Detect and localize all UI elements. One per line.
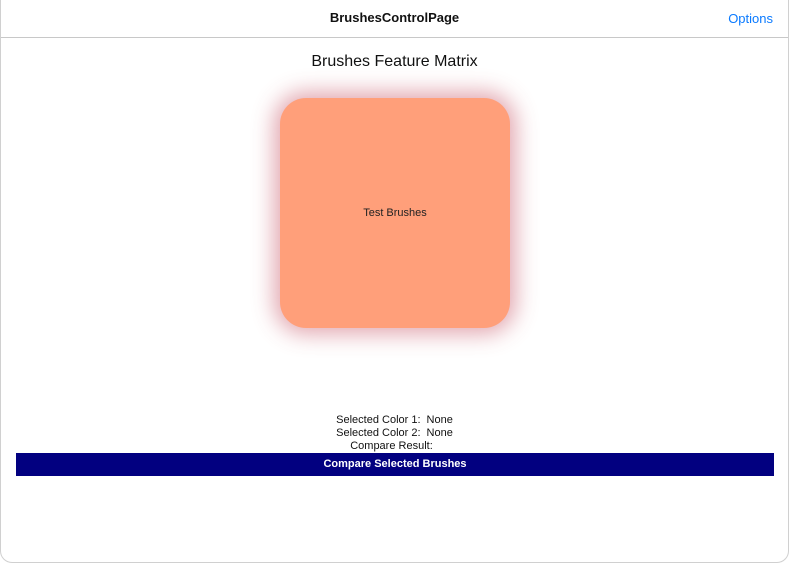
nav-title: BrushesControlPage [329,10,460,25]
selected-color-1-value: None [426,414,453,426]
app-window: BrushesControlPage Options Brushes Featu… [0,0,789,563]
compare-selected-brushes-button[interactable]: Compare Selected Brushes [16,453,774,476]
navigation-bar: BrushesControlPage Options [1,0,788,38]
selected-color-1-label: Selected Color 1: [336,414,421,426]
selected-color-2-row: Selected Color 2: None [1,427,788,440]
compare-result-label: Compare Result: [350,440,433,452]
page-title: Brushes Feature Matrix [311,53,478,70]
selected-color-2-value: None [426,427,453,439]
test-brushes-label: Test Brushes [363,207,427,219]
selected-color-1-row: Selected Color 1: None [1,414,788,427]
selected-color-2-label: Selected Color 2: [336,427,421,439]
test-brushes-box[interactable]: Test Brushes [280,98,510,328]
compare-result-row: Compare Result: [1,440,788,453]
options-button[interactable]: Options [728,11,773,26]
